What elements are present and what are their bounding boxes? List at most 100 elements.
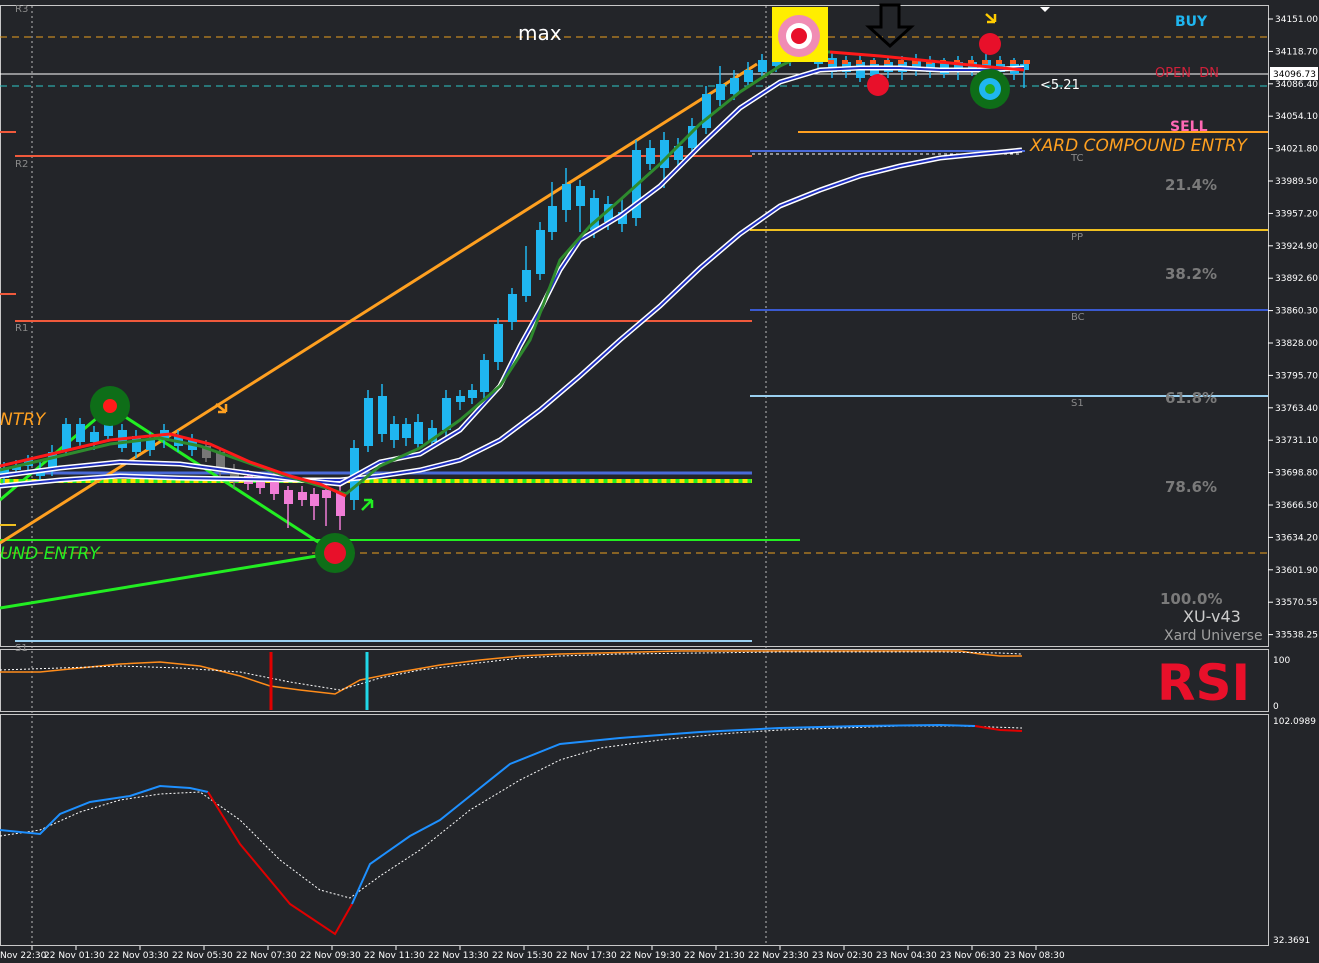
price-tick-label: 34151.00 — [1275, 15, 1318, 25]
zigzag-top-dot — [103, 399, 117, 413]
fib-label-100: 100.0% — [1160, 590, 1222, 608]
signal-dash — [884, 60, 890, 64]
signal-dash — [898, 60, 904, 64]
pivot-label-r3: R3 — [15, 4, 28, 15]
candle-body — [576, 186, 585, 206]
current-price-tag: 34096.73 — [1273, 70, 1316, 80]
time-tick-label: 22 Nov 13:30 — [428, 951, 489, 961]
price-tick-label: 33860.30 — [1275, 307, 1318, 317]
target-marker-center — [791, 28, 807, 44]
candle-body — [758, 60, 767, 72]
candle-body — [494, 324, 503, 362]
fib-label-61: 61.8% — [1165, 389, 1217, 407]
candle-body — [62, 424, 71, 450]
candle-body — [90, 432, 99, 442]
price-tick-label: 33989.50 — [1275, 177, 1318, 187]
candle-body — [310, 494, 319, 506]
candle-body — [322, 490, 331, 498]
price-tick-label: 33666.50 — [1275, 501, 1318, 511]
brand-name: Xard Universe — [1164, 628, 1263, 644]
fib-label-78: 78.6% — [1165, 478, 1217, 496]
price-tick-label: 34054.10 — [1275, 112, 1318, 122]
candle-body — [744, 70, 753, 82]
signal-dash — [996, 60, 1002, 64]
candle-body — [414, 422, 423, 444]
price-tick-label: 33731.10 — [1275, 436, 1318, 446]
candle-body — [298, 492, 307, 500]
buy-signal-label: BUY — [1175, 14, 1208, 30]
candle-body — [522, 270, 531, 296]
candle-body — [730, 78, 739, 94]
price-tick-label: 33538.25 — [1275, 631, 1318, 641]
candle-body — [716, 84, 725, 100]
sell-signal-dot — [979, 33, 1001, 55]
time-tick-label: 22 Nov 07:30 — [236, 951, 297, 961]
max-label: max — [518, 21, 562, 45]
time-tick-label: 22 Nov 17:30 — [556, 951, 617, 961]
price-tick-label: 33570.55 — [1275, 598, 1318, 608]
candle-body — [442, 398, 451, 430]
candle-body — [536, 230, 545, 274]
signal-dash — [856, 60, 862, 64]
signal-dash — [982, 60, 988, 64]
candle-body — [508, 294, 517, 322]
time-tick-label: 22 Nov 21:30 — [684, 951, 745, 961]
pivot-label-s1-right: S1 — [1071, 398, 1084, 409]
candle-body — [456, 396, 465, 402]
fib-label-38: 38.2% — [1165, 265, 1217, 283]
compound-entry-left-top-label: NTRY — [0, 410, 47, 430]
signal-dash — [870, 60, 876, 64]
price-tick-label: 34086.40 — [1275, 80, 1318, 90]
time-tick-label: 23 Nov 02:30 — [812, 951, 873, 961]
price-tick-label: 33763.40 — [1275, 404, 1318, 414]
compound-entry-right-label: XARD COMPOUND ENTRY — [1029, 136, 1248, 156]
trading-chart[interactable]: max BUY OPEN DN SELL XARD COMPOUND ENTRY… — [0, 0, 1319, 963]
price-tick-label: 33795.70 — [1275, 371, 1318, 381]
candle-body — [402, 424, 411, 438]
candle-body — [146, 440, 155, 450]
compound-entry-left-bottom-label: UND ENTRY — [0, 544, 101, 564]
sell-signal-label: SELL — [1170, 119, 1208, 135]
time-tick-label: 23 Nov 04:30 — [876, 951, 937, 961]
pivot-label-s1-left: S1 — [15, 643, 28, 654]
fib-label-21: 21.4% — [1165, 176, 1217, 194]
candle-body — [76, 424, 85, 442]
pivot-label-tc: TC — [1070, 153, 1084, 164]
buy-signal-center — [985, 84, 995, 94]
candle-body — [390, 424, 399, 440]
candle-body — [364, 398, 373, 446]
time-tick-label: 22 Nov 23:30 — [748, 951, 809, 961]
open-dn-label: OPEN DN — [1155, 66, 1219, 81]
zigzag-bottom-dot — [324, 542, 346, 564]
candle-body — [480, 360, 489, 392]
time-tick-label: 22 Nov 09:30 — [300, 951, 361, 961]
price-tick-label: 34021.80 — [1275, 145, 1318, 155]
signal-dash — [1010, 60, 1016, 64]
distance-label: <5.21 — [1040, 78, 1080, 93]
price-tick-label: 33957.20 — [1275, 209, 1318, 219]
rsi-tick-100: 100 — [1273, 656, 1290, 666]
candle-body — [284, 490, 293, 504]
candle-body — [562, 184, 571, 210]
signal-dash — [828, 60, 834, 64]
lower-tick-top: 102.0989 — [1273, 717, 1316, 727]
time-tick-label: 22 Nov 01:30 — [44, 951, 105, 961]
brand-version: XU-v43 — [1183, 607, 1241, 626]
candle-body — [468, 390, 477, 398]
time-tick-label: Nov 22:30 — [0, 951, 47, 961]
pivot-label-r1: R1 — [15, 323, 28, 334]
time-tick-label: 22 Nov 15:30 — [492, 951, 553, 961]
time-tick-label: 22 Nov 03:30 — [108, 951, 169, 961]
pivot-label-bc: BC — [1071, 312, 1085, 323]
candle-body — [646, 148, 655, 164]
time-tick-label: 22 Nov 11:30 — [364, 951, 425, 961]
price-tick-label: 33892.60 — [1275, 274, 1318, 284]
signal-dash — [1024, 60, 1030, 64]
time-tick-label: 23 Nov 06:30 — [940, 951, 1001, 961]
candle-body — [548, 206, 557, 232]
signal-dash — [842, 60, 848, 64]
price-tick-label: 33601.90 — [1275, 566, 1318, 576]
price-tick-label: 33828.00 — [1275, 339, 1318, 349]
time-tick-label: 22 Nov 05:30 — [172, 951, 233, 961]
price-tick-label: 34118.70 — [1275, 47, 1318, 57]
